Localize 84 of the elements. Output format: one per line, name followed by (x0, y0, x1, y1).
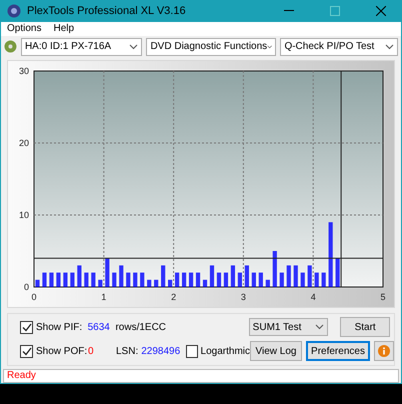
bar (84, 272, 88, 287)
bar (133, 272, 138, 287)
bar (188, 272, 194, 287)
caret-icon (129, 44, 138, 50)
view-log-button[interactable]: View Log (250, 341, 302, 362)
checkbox[interactable] (186, 344, 198, 358)
bar (35, 279, 40, 287)
caret-icon (384, 44, 394, 50)
bar (91, 272, 96, 287)
window-title: PlexTools Professional XL V3.16 (27, 5, 187, 17)
axis-label: 30 (18, 66, 29, 76)
bar (105, 258, 110, 287)
axis-label: 3 (240, 292, 246, 302)
bar (216, 272, 222, 287)
minimize-button[interactable] (284, 10, 294, 12)
mode-dropdown[interactable]: SUM1 Test (248, 318, 328, 336)
bar (196, 272, 200, 287)
bar (98, 279, 102, 287)
unit-label: rows/1ECC (115, 322, 166, 333)
bar (49, 272, 54, 287)
bar (258, 272, 263, 287)
test-dropdown[interactable]: Q-Check PI/PO Test (280, 38, 398, 56)
bar (252, 272, 256, 287)
bar (154, 279, 158, 287)
bar (119, 265, 124, 287)
status-bar: Ready (3, 369, 399, 383)
bar (286, 265, 291, 287)
bar (161, 265, 166, 287)
preferences-button[interactable]: Preferences (306, 341, 370, 362)
checkbox[interactable] (20, 344, 33, 358)
bar (266, 279, 270, 287)
bar (238, 272, 242, 287)
bar (77, 265, 82, 287)
axis-label: 0 (24, 282, 29, 292)
lsn-value: 2298496 (141, 346, 180, 357)
axis-label: 5 (380, 292, 386, 302)
caret-icon (267, 44, 272, 50)
bar (272, 250, 277, 287)
checkbox[interactable] (20, 320, 33, 334)
lsn-label: LSN: (116, 346, 138, 357)
bar (210, 265, 214, 287)
bar (140, 272, 144, 287)
bar (175, 272, 180, 287)
bar (244, 265, 249, 287)
axis-label: 10 (18, 210, 29, 220)
close-button[interactable] (376, 6, 386, 16)
bar (314, 272, 319, 287)
bar (294, 265, 298, 287)
bar (300, 272, 305, 287)
function-dropdown[interactable]: DVD Diagnostic Functions (146, 38, 276, 56)
pif-value: 5634 (88, 322, 110, 333)
bar (182, 272, 186, 287)
bar (56, 272, 61, 287)
axis-label: 1 (101, 292, 106, 302)
bar (308, 265, 312, 287)
bar (70, 272, 74, 287)
start-button[interactable]: Start (340, 317, 390, 338)
axis-label: 0 (32, 292, 36, 302)
bar (328, 222, 333, 287)
checkbox-label: Logarthmic (200, 346, 250, 357)
bar (280, 272, 284, 287)
axis-label: 4 (310, 292, 316, 302)
bar (230, 265, 236, 287)
checkbox-label: Show PIF: (36, 322, 82, 333)
pof-value: 0 (88, 346, 94, 357)
menu-item[interactable]: Help (53, 23, 74, 34)
caret-icon (315, 324, 324, 330)
app-logo-icon (7, 4, 21, 18)
bar (42, 272, 47, 287)
checkbox-label: Show POF: (36, 346, 88, 357)
bar (63, 272, 68, 287)
bar (322, 272, 326, 287)
bar (147, 279, 152, 287)
axis-label: 2 (171, 292, 176, 302)
bar (126, 272, 130, 287)
bar (168, 279, 172, 287)
bar (224, 272, 228, 287)
bar (336, 258, 340, 287)
bar (202, 279, 208, 287)
menu-item[interactable]: Options (7, 23, 42, 34)
axis-label: 20 (18, 138, 29, 148)
disc-icon (4, 40, 17, 54)
drive-dropdown[interactable]: HA:0 ID:1 PX-716A (20, 38, 142, 56)
bar (112, 272, 116, 287)
